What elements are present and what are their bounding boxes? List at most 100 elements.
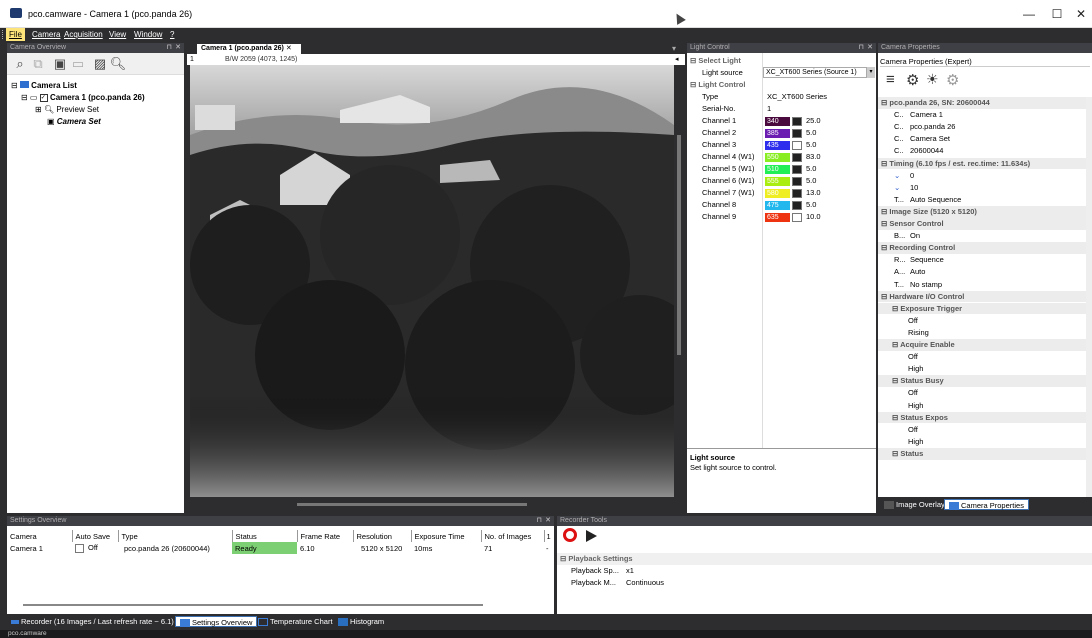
tab-image-overlay[interactable]: Image Overlay: [880, 499, 949, 510]
property-row[interactable]: ⊟ pco.panda 26, SN: 20600044: [878, 97, 1086, 109]
tree-preview-set[interactable]: ⊞ 🔍︎ Preview Set: [35, 105, 99, 114]
tab-dropdown-icon[interactable]: ▾: [672, 44, 676, 53]
property-row[interactable]: Off: [878, 387, 1086, 399]
col-autosave[interactable]: Auto Save: [72, 530, 119, 542]
wavelength-swatch[interactable]: 555: [765, 176, 790, 186]
channel-intensity-value[interactable]: 10.0: [806, 211, 821, 223]
wavelength-swatch[interactable]: 510: [765, 164, 790, 174]
channel-intensity-value[interactable]: 5.0: [806, 175, 816, 187]
property-row[interactable]: Rising: [878, 327, 1086, 339]
channel-toggle[interactable]: [792, 212, 802, 222]
property-row[interactable]: C.. pco.panda 26: [878, 121, 1086, 133]
tab-camera-1[interactable]: Camera 1 (pco.panda 26) ✕: [197, 44, 301, 54]
tab-histogram[interactable]: Histogram: [334, 616, 388, 627]
playback-speed-value[interactable]: x1: [626, 566, 634, 575]
property-row[interactable]: C.. 20600044: [878, 145, 1086, 157]
channel-toggle[interactable]: [792, 176, 802, 186]
wavelength-swatch[interactable]: 340: [765, 116, 790, 126]
pin-icon[interactable]: ⊓: [537, 516, 542, 526]
section-playback-settings[interactable]: ⊟ Playback Settings: [557, 553, 1092, 565]
col-resolution[interactable]: Resolution: [353, 530, 412, 542]
property-row[interactable]: Off: [878, 424, 1086, 436]
property-row[interactable]: C.. Camera 1: [878, 109, 1086, 121]
menu-file[interactable]: File: [6, 28, 25, 41]
col-type[interactable]: Type: [118, 530, 233, 542]
pin-icon[interactable]: ⊓: [167, 43, 172, 53]
property-row[interactable]: B... On: [878, 230, 1086, 242]
channel-intensity-value[interactable]: 5.0: [806, 163, 816, 175]
add-camera-icon[interactable]: ▣: [51, 56, 69, 72]
property-row[interactable]: ⊟ Status: [878, 447, 1086, 460]
tab-settings-overview[interactable]: Settings Overview: [175, 616, 258, 628]
wavelength-swatch[interactable]: 550: [765, 152, 790, 162]
property-row[interactable]: ⊟ Timing (6.10 fps / est. rec.time: 11.6…: [878, 157, 1086, 170]
property-row[interactable]: High: [878, 436, 1086, 448]
tree-camera-1[interactable]: ⊟ ▭ ✓ Camera 1 (pco.panda 26): [21, 93, 145, 102]
channel-toggle[interactable]: [792, 116, 802, 126]
menu-window[interactable]: Window: [131, 28, 165, 41]
property-row[interactable]: High: [878, 363, 1086, 375]
channel-toggle[interactable]: [792, 164, 802, 174]
channel-intensity-value[interactable]: 25.0: [806, 115, 821, 127]
channel-toggle[interactable]: [792, 188, 802, 198]
close-button[interactable]: ✕: [1064, 0, 1092, 28]
close-panel-icon[interactable]: ✕: [867, 43, 873, 53]
property-row[interactable]: ⊟ Recording Control: [878, 242, 1086, 254]
channel-toggle[interactable]: [792, 140, 802, 150]
col-framerate[interactable]: Frame Rate: [297, 530, 354, 542]
property-row[interactable]: High: [878, 400, 1086, 412]
property-row[interactable]: Off: [878, 315, 1086, 327]
camera-gear-icon[interactable]: ⚙: [906, 71, 919, 89]
scroll-left-icon[interactable]: ◂: [675, 54, 679, 65]
menu-help[interactable]: ?: [167, 28, 177, 41]
collapse-icon[interactable]: ⊟: [892, 340, 900, 349]
property-row[interactable]: ⊟ Status Busy: [878, 375, 1086, 388]
settings-icon[interactable]: ⚙: [946, 71, 959, 89]
light-source-select[interactable]: XC_XT600 Series (Source 1): [763, 67, 867, 78]
channel-toggle[interactable]: [792, 128, 802, 138]
properties-mode-select[interactable]: Camera Properties (Expert): [880, 56, 1090, 67]
wavelength-swatch[interactable]: 580: [765, 188, 790, 198]
property-row[interactable]: ⊟ Acquire Enable: [878, 339, 1086, 351]
section-light-control[interactable]: ⊟ Light Control: [690, 79, 745, 91]
cell-autosave[interactable]: Off: [72, 542, 118, 554]
col-camera[interactable]: Camera: [7, 530, 73, 542]
channel-toggle[interactable]: [792, 200, 802, 210]
section-select-light[interactable]: ⊟ Select Light: [690, 55, 741, 67]
close-panel-icon[interactable]: ✕: [545, 516, 551, 526]
table-row[interactable]: Camera 1 Off pco.panda 26 (20600044) Rea…: [7, 542, 554, 554]
col-images[interactable]: No. of Images: [481, 530, 545, 542]
wavelength-swatch[interactable]: 635: [765, 212, 790, 222]
tab-recorder[interactable]: Recorder (16 Images / Last refresh rate …: [7, 616, 178, 627]
col-exposure[interactable]: Exposure Time: [411, 530, 482, 542]
light-icon[interactable]: ☀: [926, 71, 939, 88]
wavelength-swatch[interactable]: 475: [765, 200, 790, 210]
pin-icon[interactable]: ⊓: [859, 43, 864, 53]
properties-scrollbar[interactable]: [1086, 97, 1092, 501]
col-status[interactable]: Status: [232, 530, 298, 542]
menu-camera[interactable]: Camera: [29, 28, 63, 41]
channel-intensity-value[interactable]: 5.0: [806, 127, 816, 139]
channel-intensity-value[interactable]: 13.0: [806, 187, 821, 199]
record-icon[interactable]: [563, 528, 577, 542]
tab-camera-properties[interactable]: Camera Properties: [944, 499, 1029, 511]
property-row[interactable]: ⊟ Sensor Control: [878, 218, 1086, 230]
channel-intensity-value[interactable]: 5.0: [806, 139, 816, 151]
remove-camera-icon[interactable]: ▭: [69, 56, 87, 72]
property-row[interactable]: A... Auto: [878, 266, 1086, 278]
close-panel-icon[interactable]: ✕: [175, 43, 181, 53]
property-row[interactable]: ⌄ 10: [878, 182, 1086, 194]
image-icon[interactable]: ▨: [91, 56, 109, 72]
tab-temperature-chart[interactable]: Temperature Chart: [254, 616, 337, 627]
property-row[interactable]: ⌄ 0: [878, 170, 1086, 182]
wavelength-swatch[interactable]: 385: [765, 128, 790, 138]
property-row[interactable]: T... No stamp: [878, 279, 1086, 291]
property-row[interactable]: ⊟ Hardware I/O Control: [878, 290, 1086, 303]
channel-intensity-value[interactable]: 83.0: [806, 151, 821, 163]
property-row[interactable]: T... Auto Sequence: [878, 194, 1086, 206]
chevron-down-icon[interactable]: ▾: [867, 67, 875, 78]
duplicate-icon[interactable]: ⧉: [29, 56, 47, 72]
image-horizontal-scrollbar[interactable]: [297, 503, 527, 506]
channel-intensity-value[interactable]: 5.0: [806, 199, 816, 211]
property-row[interactable]: ⊟ Exposure Trigger: [878, 302, 1086, 315]
